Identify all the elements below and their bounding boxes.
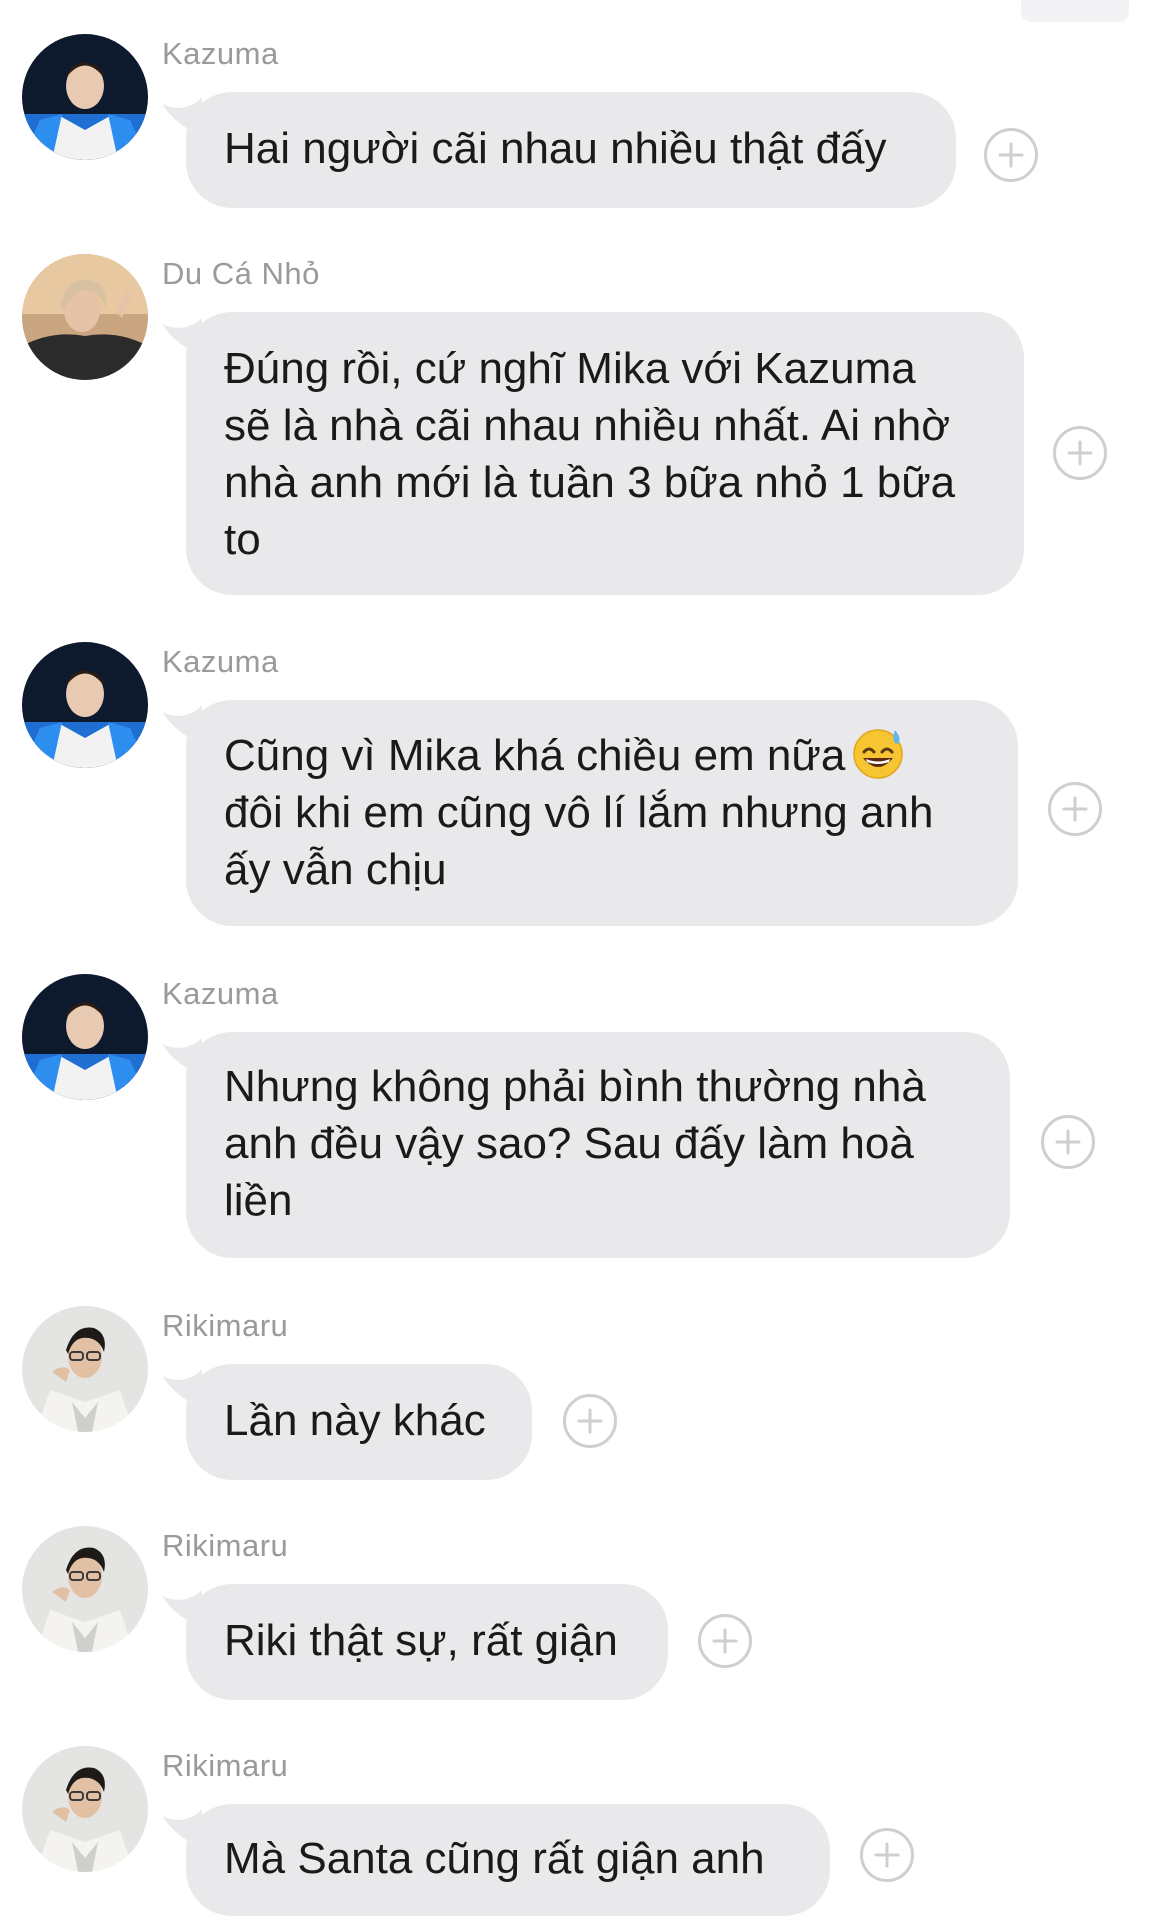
message-line: Cũng vì Mika khá chiều em nữa: [224, 726, 980, 784]
message-line: to: [224, 515, 261, 564]
avatar[interactable]: [22, 34, 148, 160]
message-line-text: Cũng vì Mika khá chiều em nữa: [224, 731, 846, 780]
add-reaction-button[interactable]: [860, 1828, 914, 1882]
message-row: Rikimaru Lần này khác: [0, 1306, 1149, 1486]
add-reaction-button[interactable]: [984, 128, 1038, 182]
add-reaction-button[interactable]: [563, 1394, 617, 1448]
sender-name: Kazuma: [162, 36, 279, 71]
sender-name: Du Cá Nhỏ: [162, 256, 320, 291]
message-bubble[interactable]: Lần này khác: [186, 1364, 532, 1480]
avatar[interactable]: [22, 642, 148, 768]
message-bubble[interactable]: Riki thật sự, rất giận: [186, 1584, 668, 1700]
plus-icon: [1055, 1129, 1081, 1155]
add-reaction-button[interactable]: [1048, 782, 1102, 836]
message-row: Rikimaru Riki thật sự, rất giận: [0, 1526, 1149, 1706]
message-row: Du Cá Nhỏ Đúng rồi, cứ nghĩ Mika với Kaz…: [0, 254, 1149, 595]
message-bubble[interactable]: Đúng rồi, cứ nghĩ Mika với Kazuma sẽ là …: [186, 312, 1024, 595]
plus-icon: [874, 1842, 900, 1868]
message-bubble[interactable]: Hai người cãi nhau nhiều thật đấy: [186, 92, 956, 208]
message-bubble[interactable]: Nhưng không phải bình thường nhà anh đều…: [186, 1032, 1010, 1258]
plus-icon: [712, 1628, 738, 1654]
plus-icon: [577, 1408, 603, 1434]
sender-name: Kazuma: [162, 976, 279, 1011]
add-reaction-button[interactable]: [1041, 1115, 1095, 1169]
message-line: ấy vẫn chịu: [224, 845, 447, 894]
sender-name: Rikimaru: [162, 1528, 289, 1563]
message-line: Riki thật sự, rất giận: [224, 1616, 618, 1665]
sender-name: Rikimaru: [162, 1308, 289, 1343]
plus-icon: [1062, 796, 1088, 822]
message-row: Kazuma Nhưng không phải bình thường nhà …: [0, 974, 1149, 1259]
message-bubble[interactable]: Mà Santa cũng rất giận anh: [186, 1804, 830, 1916]
message-line: Đúng rồi, cứ nghĩ Mika với Kazuma: [224, 344, 916, 393]
message-line: anh đều vậy sao? Sau đấy làm hoà: [224, 1119, 914, 1168]
message-line: đôi khi em cũng vô lí lắm nhưng anh: [224, 788, 934, 837]
message-row: Kazuma Hai người cãi nhau nhiều thật đấy: [0, 34, 1149, 208]
message-line: Nhưng không phải bình thường nhà: [224, 1062, 926, 1111]
message-line: Lần này khác: [224, 1396, 486, 1445]
add-reaction-button[interactable]: [1053, 426, 1107, 480]
message-line: nhà anh mới là tuần 3 bữa nhỏ 1 bữa: [224, 458, 956, 507]
message-row: Kazuma Cũng vì Mika khá chiều em nữa đôi…: [0, 642, 1149, 927]
top-edge-overlay: [1021, 0, 1129, 22]
sender-name: Kazuma: [162, 644, 279, 679]
message-bubble[interactable]: Cũng vì Mika khá chiều em nữa đôi khi em…: [186, 700, 1018, 926]
avatar[interactable]: [22, 1746, 148, 1872]
avatar[interactable]: [22, 254, 148, 380]
chat-thread: Kazuma Hai người cãi nhau nhiều thật đấy…: [0, 0, 1149, 1920]
message-line: sẽ là nhà cãi nhau nhiều nhất. Ai nhờ: [224, 401, 951, 450]
avatar[interactable]: [22, 974, 148, 1100]
avatar[interactable]: [22, 1306, 148, 1432]
message-row: Rikimaru Mà Santa cũng rất giận anh: [0, 1746, 1149, 1920]
grinning-sweat-emoji: [853, 729, 904, 779]
add-reaction-button[interactable]: [698, 1614, 752, 1668]
sender-name: Rikimaru: [162, 1748, 289, 1783]
plus-icon: [1067, 440, 1093, 466]
message-line: Mà Santa cũng rất giận anh: [224, 1834, 765, 1883]
message-line: Hai người cãi nhau nhiều thật đấy: [224, 124, 887, 173]
message-line: liền: [224, 1176, 293, 1225]
plus-icon: [998, 142, 1024, 168]
avatar[interactable]: [22, 1526, 148, 1652]
